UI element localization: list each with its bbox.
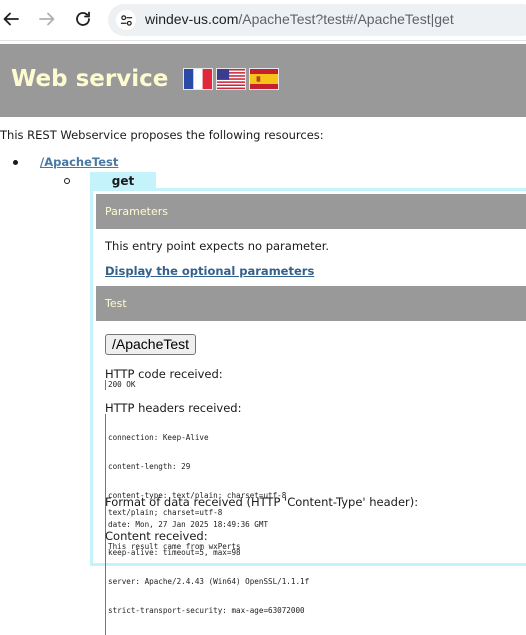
bullet-icon [13, 160, 18, 165]
resource-link[interactable]: /ApacheTest [40, 155, 118, 169]
parameters-text: This entry point expects no parameter. [105, 239, 330, 253]
forward-button[interactable] [36, 8, 58, 30]
browser-toolbar: windev-us.com/ApacheTest?test#/ApacheTes… [0, 0, 526, 41]
http-headers-list: connection: Keep-Alive content-length: 2… [105, 414, 309, 635]
page-title: Web service [11, 66, 169, 92]
http-header-line: content-length: 29 [108, 461, 191, 471]
content-type-value: text/plain; charset=utf-8 [105, 508, 222, 518]
url-text[interactable]: windev-us.com/ApacheTest?test#/ApacheTes… [145, 11, 454, 27]
page-header: Web service [0, 44, 526, 117]
http-header-line: date: Mon, 27 Jan 2025 18:49:36 GMT [108, 519, 269, 529]
http-code-label: HTTP code received: [105, 367, 223, 381]
parameters-heading: Parameters [96, 194, 526, 229]
forward-arrow-icon [39, 12, 55, 26]
intro-text: This REST Webservice proposes the follow… [0, 128, 324, 142]
flag-usa-icon[interactable] [216, 68, 246, 90]
http-headers-label: HTTP headers received: [105, 401, 242, 415]
language-selector [183, 68, 279, 90]
sub-bullet-icon [64, 178, 70, 184]
reload-icon [76, 11, 90, 26]
back-arrow-icon [3, 12, 19, 26]
address-bar[interactable]: windev-us.com/ApacheTest?test#/ApacheTes… [108, 4, 526, 36]
url-host: windev-us.com [145, 11, 239, 27]
http-code-value: 200 OK [105, 380, 135, 390]
content-received-value: This result came from wxPerts [105, 542, 241, 552]
url-path: /ApacheTest?test#/ApacheTest|get [238, 11, 454, 27]
http-header-line: connection: Keep-Alive [108, 433, 209, 443]
test-request-button[interactable]: /ApacheTest [105, 334, 197, 355]
http-header-line: server: Apache/2.4.43 (Win64) OpenSSL/1.… [108, 577, 310, 587]
test-heading: Test [96, 286, 526, 321]
reload-button[interactable] [72, 8, 94, 30]
flag-spain-icon[interactable] [249, 68, 279, 90]
optional-parameters-link[interactable]: Display the optional parameters [105, 264, 314, 278]
content-type-label: Format of data received (HTTP 'Content-T… [105, 495, 419, 509]
site-settings-icon[interactable] [116, 10, 136, 30]
flag-france-icon[interactable] [183, 68, 213, 90]
content-received-label: Content received: [105, 529, 208, 543]
back-button[interactable] [0, 8, 22, 30]
method-panel: Parameters This entry point expects no p… [90, 188, 526, 635]
